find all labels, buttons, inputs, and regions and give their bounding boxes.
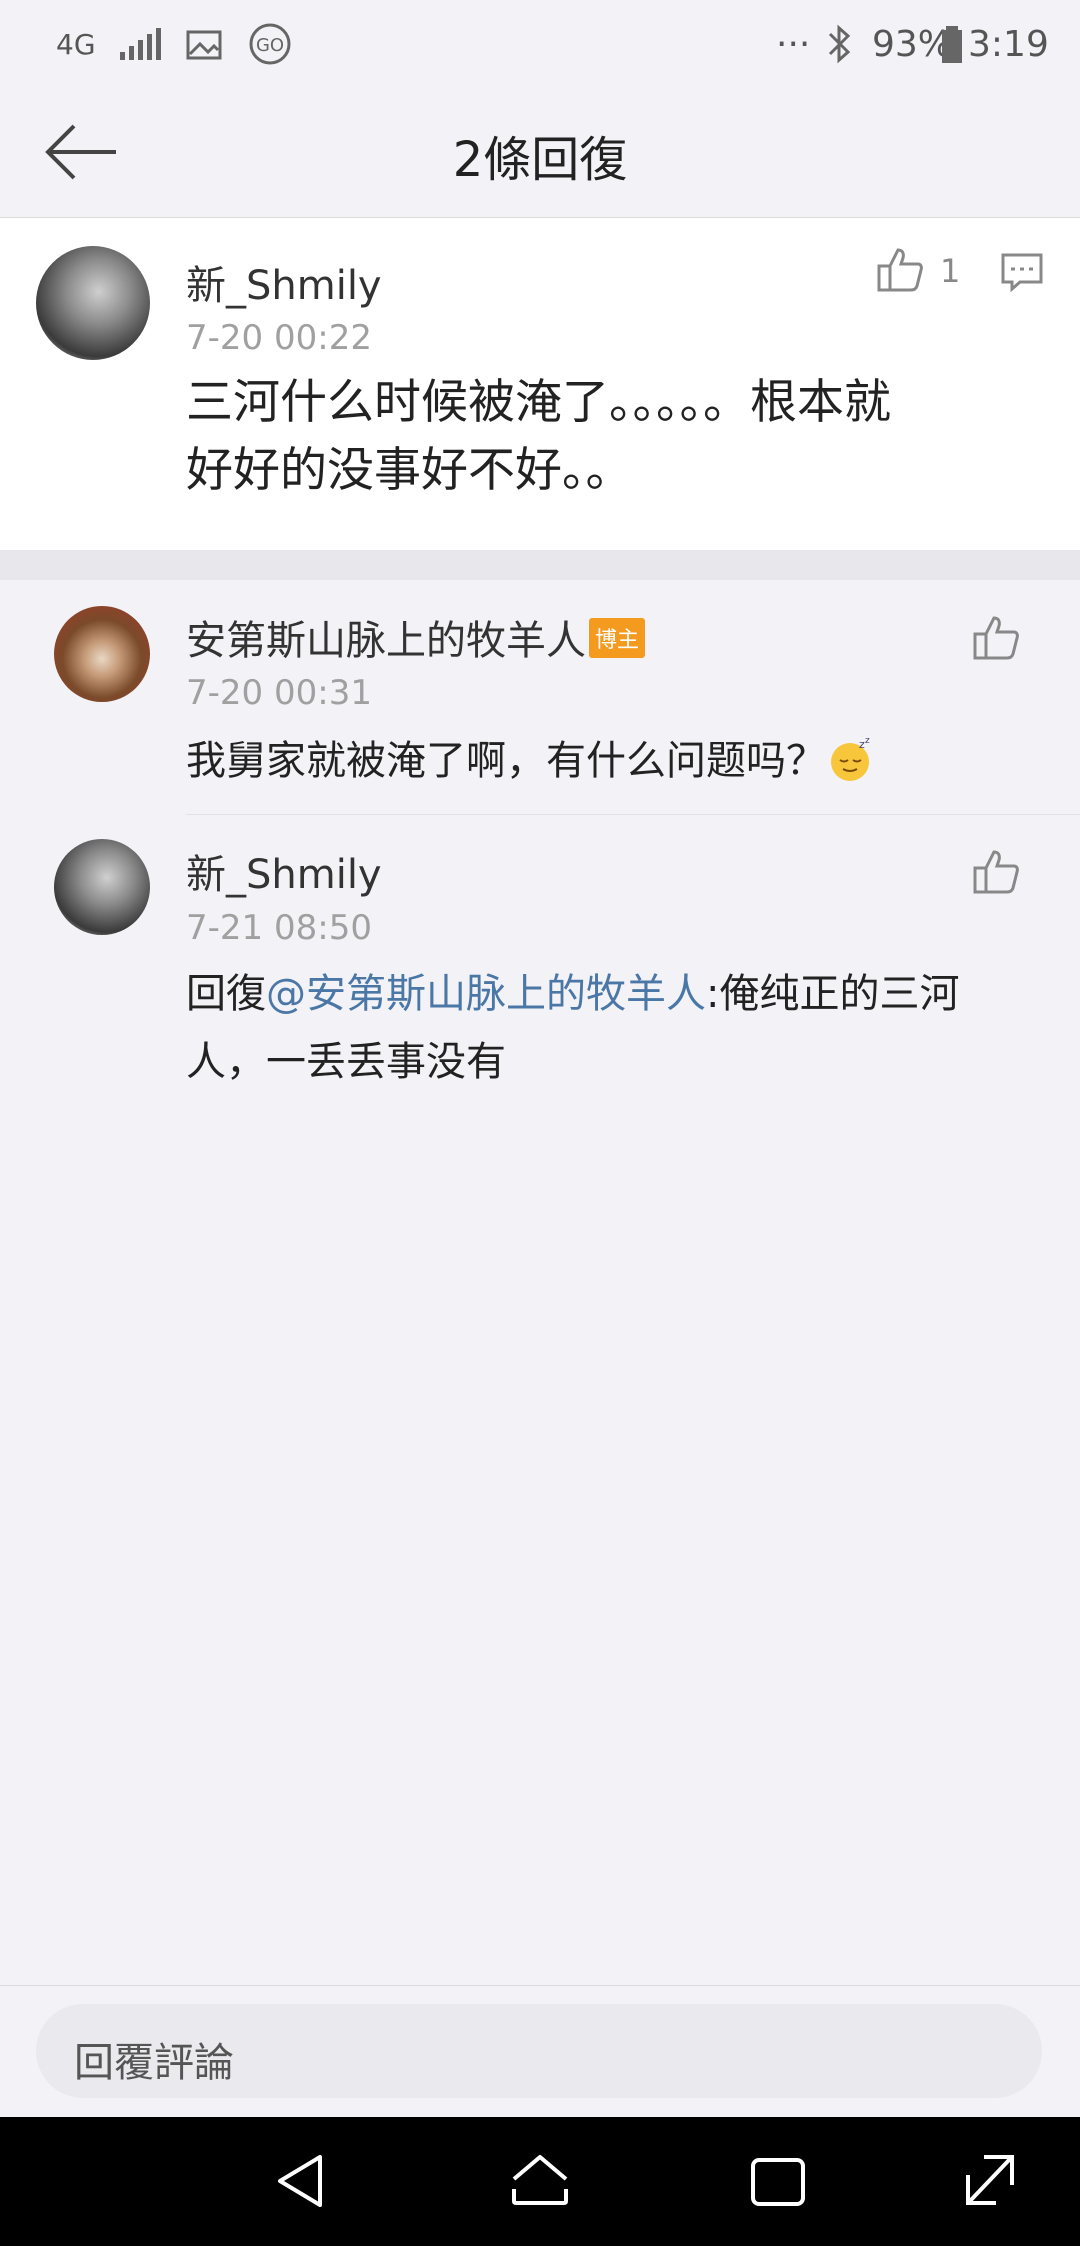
reply-author[interactable]: 安第斯山脉上的牧羊人 (186, 608, 586, 666)
signal-icon (120, 28, 161, 60)
reply-text-line-1: 回復@安第斯山脉上的牧羊人:俺纯正的三河 (186, 960, 959, 1028)
avatar[interactable] (36, 246, 150, 360)
section-divider (0, 550, 1080, 580)
image-icon (186, 30, 222, 60)
reply-input[interactable]: 回覆評論 (36, 2004, 1042, 2098)
reply-text-content: :俺纯正的三河 (706, 971, 960, 1017)
system-nav-bar (0, 2117, 1080, 2246)
mention-link[interactable]: @安第斯山脉上的牧羊人 (266, 971, 706, 1017)
reply-prefix: 回復 (186, 971, 266, 1017)
main-comment: 新_Shmily 7-20 00:22 1 三河什么时候被淹了。。。。。根本就 … (0, 218, 1080, 550)
avatar[interactable] (54, 606, 150, 702)
bluetooth-icon (828, 24, 851, 64)
comment-icon[interactable] (1000, 252, 1044, 292)
reply-text-content: 我舅家就被淹了啊，有什么问题吗？ (186, 738, 826, 784)
comment-author[interactable]: 新_Shmily (186, 253, 382, 311)
battery-percent: 93% (872, 24, 953, 65)
comment-time: 7-20 00:22 (186, 318, 372, 358)
blogger-badge: 博主 (589, 618, 646, 658)
reply-item: 安第斯山脉上的牧羊人 博主 7-20 00:31 我舅家就被淹了啊，有什么问题吗… (0, 580, 1080, 815)
reply-time: 7-21 08:50 (186, 908, 372, 948)
nav-home-icon[interactable] (510, 2153, 570, 2207)
reply-input-placeholder: 回覆評論 (74, 2040, 234, 2086)
sleepy-emoji-icon: z z (831, 736, 870, 781)
go-icon: GO (249, 23, 291, 65)
network-label: 4G (56, 28, 96, 61)
page-title: 2條回復 (452, 132, 628, 188)
svg-text:z: z (865, 736, 870, 746)
svg-text:GO: GO (256, 35, 284, 56)
reply-text: 我舅家就被淹了啊，有什么问题吗？ z z (186, 727, 874, 795)
nav-recents-icon[interactable] (750, 2157, 806, 2207)
status-bar: 4G GO ··· 93% 3:19 (0, 0, 1080, 90)
like-icon[interactable] (972, 614, 1020, 662)
reply-time: 7-20 00:31 (186, 673, 372, 713)
overflow-icon: ··· (776, 24, 811, 65)
battery-icon (942, 26, 962, 63)
comment-text-line-1: 三河什么时候被淹了。。。。。根本就 (186, 375, 891, 430)
like-count: 1 (940, 252, 961, 290)
like-icon[interactable] (972, 848, 1020, 896)
nav-back-icon[interactable] (276, 2153, 326, 2209)
like-icon[interactable] (876, 246, 924, 294)
reply-text-line-2: 人，一丢丢事没有 (186, 1039, 506, 1085)
comment-text-line-2: 好好的没事好不好。。 (186, 443, 633, 498)
reply-author[interactable]: 新_Shmily (186, 842, 382, 900)
reply-item: 新_Shmily 7-21 08:50 回復@安第斯山脉上的牧羊人:俺纯正的三河… (0, 815, 1080, 1115)
nav-expand-icon[interactable] (964, 2153, 1016, 2207)
avatar[interactable] (54, 839, 150, 935)
clock: 3:19 (968, 24, 1049, 65)
